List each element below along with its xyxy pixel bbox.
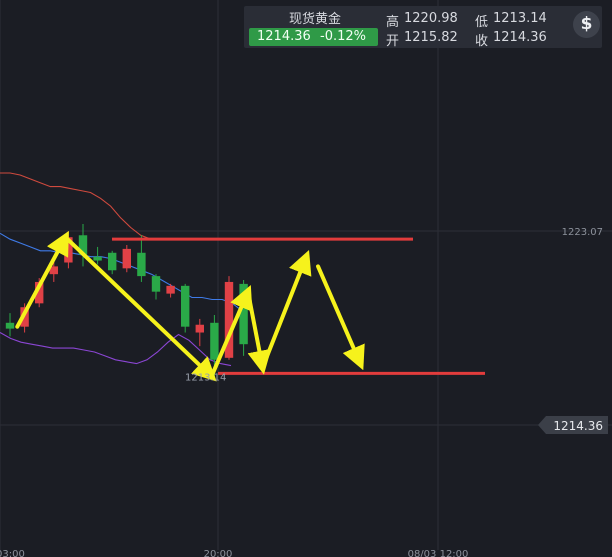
candle-body [151, 276, 161, 292]
x-tick-label: 08/03 12:00 [408, 549, 469, 557]
candle-body [108, 252, 117, 271]
y-tick-label: 1223.07 [562, 227, 603, 238]
annotation-arrow [316, 264, 365, 371]
instrument-name: 现货黄金 [288, 12, 341, 27]
low-label: 低 [475, 15, 489, 30]
last-price: 1214.36 [257, 29, 311, 44]
x-tick-label: 03:00 [0, 549, 25, 557]
low-value: 1213.14 [493, 11, 547, 26]
candle-body [166, 285, 175, 294]
annotation-arrow [260, 249, 312, 370]
open-label: 开 [386, 34, 400, 49]
x-tick-label: 20:00 [204, 549, 233, 557]
price-chart[interactable]: 1213.14 1223.07 1214.36 03:00 20:00 08/03 12:… [0, 0, 612, 557]
candle-body [181, 285, 190, 327]
price-tag-label: 1214.36 [553, 419, 603, 433]
high-value: 1220.98 [404, 11, 458, 26]
chart-widget: 1213.14 1223.07 1214.36 03:00 20:00 08/03 12:… [0, 0, 612, 557]
candle-body [122, 248, 131, 269]
price-change-badge: 1214.36 -0.12% [249, 28, 378, 46]
gridlines [0, 0, 612, 550]
candle-body [137, 252, 146, 277]
change-percent: -0.12% [320, 29, 366, 44]
candle-body [5, 322, 15, 329]
close-value: 1214.36 [493, 30, 547, 45]
dollar-icon[interactable]: $ [573, 11, 600, 38]
low-marker-label: 1213.14 [185, 372, 226, 383]
open-value: 1215.82 [404, 30, 458, 45]
close-label: 收 [475, 34, 489, 49]
candle-body [93, 256, 102, 261]
upper-band-line [0, 172, 222, 240]
candle-body [210, 322, 219, 360]
annotation-arrow [245, 289, 272, 375]
candle-body [195, 324, 204, 333]
high-label: 高 [386, 15, 400, 30]
